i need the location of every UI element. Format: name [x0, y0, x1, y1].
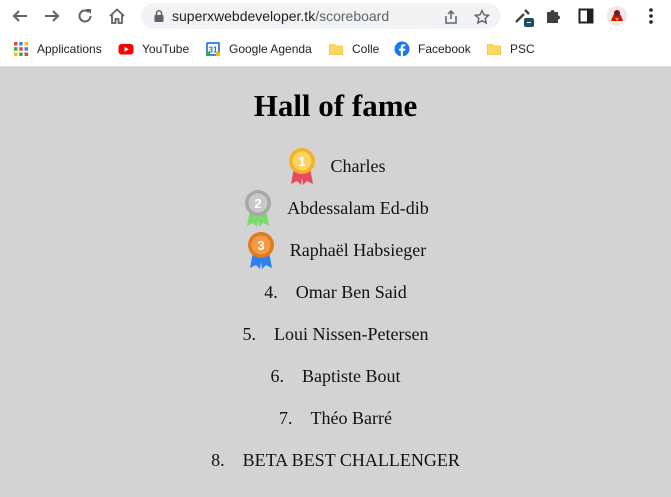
- address-bar[interactable]: superxwebdeveloper.tk/scoreboard: [141, 3, 500, 29]
- player-name: Charles: [330, 155, 386, 176]
- scoreboard-entry-6: 6. Baptiste Bout: [0, 356, 671, 396]
- rank-number: 7.: [279, 407, 293, 428]
- extension-eyedropper-button[interactable]: [512, 5, 534, 27]
- rank-number: 8.: [211, 449, 225, 470]
- apps-grid-icon: [14, 42, 28, 56]
- facebook-icon: [394, 41, 410, 57]
- puzzle-icon: [547, 10, 560, 23]
- browser-toolbar: superxwebdeveloper.tk/scoreboard: [0, 0, 671, 33]
- url-path: /scoreboard: [315, 8, 390, 24]
- bookmark-google-agenda[interactable]: 31 Google Agenda: [205, 40, 312, 58]
- bookmark-star-icon[interactable]: [474, 9, 490, 25]
- browser-chrome: superxwebdeveloper.tk/scoreboard Applica…: [0, 0, 671, 67]
- scoreboard-entry-2: 2 Abdessalam Ed-dib: [0, 188, 671, 228]
- bookmark-label: YouTube: [142, 42, 190, 56]
- profile-avatar-icon: [607, 6, 627, 26]
- player-name: Abdessalam Ed-dib: [287, 197, 429, 218]
- scoreboard-entry-3: 3 Raphaël Habsieger: [0, 230, 671, 270]
- scoreboard-page: Hall of fame 1 Charles 2 Abdessalam Ed-d…: [0, 66, 671, 497]
- bookmark-colle[interactable]: Colle: [328, 40, 379, 58]
- more-vertical-icon: [649, 8, 653, 24]
- player-name: Loui Nissen-Petersen: [274, 323, 429, 344]
- arrow-left-icon: [12, 10, 27, 22]
- scoreboard-entry-1: 1 Charles: [0, 146, 671, 186]
- bookmark-label: Applications: [37, 42, 102, 56]
- rank-number: 6.: [270, 365, 285, 386]
- extensions-button[interactable]: [542, 5, 564, 27]
- bookmark-facebook[interactable]: Facebook: [394, 40, 471, 58]
- player-name: Théo Barré: [310, 407, 392, 428]
- bookmark-psc[interactable]: PSC: [486, 40, 535, 58]
- bookmark-applications[interactable]: Applications: [13, 40, 102, 58]
- scoreboard-entry-7: 7. Théo Barré: [0, 398, 671, 438]
- lock-icon: [154, 10, 164, 22]
- scoreboard-entry-8: 8. BETA BEST CHALLENGER: [0, 440, 671, 480]
- player-name: Baptiste Bout: [302, 365, 401, 386]
- rank-number: 4.: [264, 281, 278, 302]
- bookmark-label: PSC: [510, 42, 535, 56]
- reload-icon: [78, 9, 92, 23]
- rank-number: 5.: [242, 323, 257, 344]
- side-panel-icon: [578, 8, 594, 24]
- page-title: Hall of fame: [253, 88, 418, 123]
- bookmarks-bar: Applications YouTube 31 Google Agenda Co…: [0, 33, 671, 65]
- player-name: BETA BEST CHALLENGER: [242, 449, 460, 470]
- medal-rank: 2: [255, 196, 262, 211]
- profile-avatar[interactable]: [606, 5, 628, 27]
- folder-icon: [329, 44, 343, 55]
- url-host: superxwebdeveloper.tk: [172, 8, 316, 24]
- side-panel-button[interactable]: [575, 5, 597, 27]
- eyedropper-icon: [515, 9, 534, 27]
- reload-button[interactable]: [72, 3, 98, 29]
- bookmark-label: Facebook: [418, 42, 471, 56]
- silver-medal-icon: 2: [245, 190, 272, 227]
- gold-medal-icon: 1: [288, 148, 315, 185]
- medal-rank: 3: [257, 238, 264, 253]
- back-button[interactable]: [7, 3, 33, 29]
- scoreboard-entry-5: 5. Loui Nissen-Petersen: [0, 314, 671, 354]
- browser-menu-button[interactable]: [640, 5, 662, 27]
- home-icon: [109, 8, 125, 24]
- home-button[interactable]: [104, 3, 130, 29]
- calendar-icon: 31: [206, 42, 220, 56]
- player-name: Raphaël Habsieger: [289, 239, 427, 260]
- player-name: Omar Ben Said: [295, 281, 407, 302]
- bookmark-label: Colle: [352, 42, 380, 56]
- forward-button[interactable]: [39, 3, 65, 29]
- bookmark-label: Google Agenda: [229, 42, 312, 56]
- folder-icon: [487, 44, 501, 55]
- arrow-right-icon: [45, 10, 60, 22]
- bookmark-youtube[interactable]: YouTube: [118, 40, 189, 58]
- scoreboard-entry-4: 4. Omar Ben Said: [0, 272, 671, 312]
- bronze-medal-icon: 3: [247, 232, 274, 269]
- medal-rank: 1: [298, 154, 305, 169]
- youtube-icon: [118, 44, 134, 55]
- share-icon[interactable]: [443, 9, 459, 25]
- url-text: superxwebdeveloper.tk/scoreboard: [172, 8, 389, 24]
